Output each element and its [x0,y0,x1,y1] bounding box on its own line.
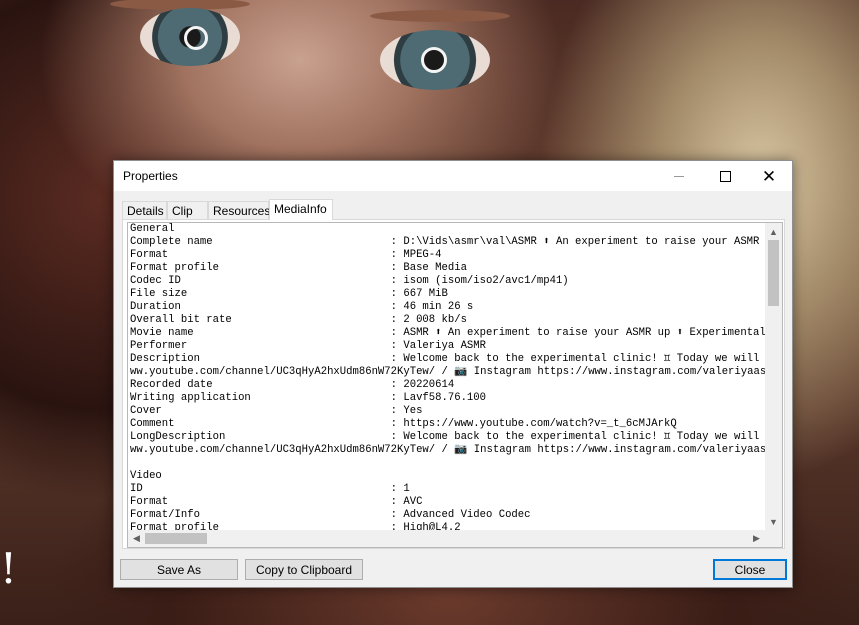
mediainfo-text-area[interactable]: General Complete name : D:\Vids\asmr\val\… [127,222,783,548]
left-eye-ring-icon [184,26,208,50]
mediainfo-line: ww.youtube.com/channel/UC3qHyA2hxUdm86nW… [130,444,766,456]
mediainfo-line: Movie name : ASMR ⬆ An experiment to rai… [130,327,766,339]
mediainfo-line: General [130,223,175,235]
right-eye-ring-icon [421,47,447,73]
properties-dialog: Properties ✕ Details Clip Resources Medi… [113,160,793,588]
mediainfo-line: LongDescription : Welcome back to the ex… [130,431,766,443]
mediainfo-line: ww.youtube.com/channel/UC3qHyA2hxUdm86nW… [130,366,766,378]
mediainfo-line: Codec ID : isom (isom/iso2/avc1/mp41) [130,275,569,287]
title-bar[interactable]: Properties ✕ [114,161,792,191]
horizontal-scrollbar[interactable]: ◀ ▶ [128,530,765,547]
maximize-button[interactable] [702,161,748,191]
window-title: Properties [123,169,178,183]
mediainfo-line [130,457,766,470]
close-button[interactable]: Close [713,559,787,580]
tab-resources[interactable]: Resources [208,201,270,219]
mediainfo-line: Duration : 46 min 26 s [130,301,474,313]
mediainfo-line: Overall bit rate : 2 008 kb/s [130,314,467,326]
maximize-icon [719,170,731,182]
mediainfo-line: Writing application : Lavf58.76.100 [130,392,487,404]
mediainfo-panel: General Complete name : D:\Vids\asmr\val\… [122,219,785,549]
tab-mediainfo[interactable]: MediaInfo [269,199,333,220]
mediainfo-line: Description : Welcome back to the experi… [130,353,766,365]
horizontal-scroll-thumb[interactable] [145,533,207,544]
mediainfo-line: Format : AVC [130,496,423,508]
tab-details[interactable]: Details [122,201,167,219]
mediainfo-text: General Complete name : D:\Vids\asmr\val\… [130,223,766,530]
minimize-button[interactable] [656,161,702,191]
mediainfo-line: Cover : Yes [130,405,423,417]
copy-to-clipboard-button[interactable]: Copy to Clipboard [245,559,363,580]
scroll-down-icon[interactable]: ▼ [765,513,782,530]
background-exclamation: ! [0,544,17,593]
mediainfo-line: Format profile : High@L4.2 [130,522,461,530]
window-close-button[interactable]: ✕ [746,161,792,191]
mediainfo-line: Video [130,470,162,482]
scrollbar-corner [765,530,782,547]
right-eyebrow [370,10,510,22]
tab-clip[interactable]: Clip [167,201,208,219]
mediainfo-line: Format profile : Base Media [130,262,467,274]
scroll-up-icon[interactable]: ▲ [765,223,782,240]
mediainfo-line: File size : 667 MiB [130,288,448,300]
mediainfo-line: ID : 1 [130,483,410,495]
vertical-scroll-thumb[interactable] [768,240,779,306]
vertical-scrollbar[interactable]: ▲ ▼ [765,223,782,530]
minimize-icon [674,175,684,177]
close-icon: ✕ [761,166,777,186]
mediainfo-line: Format : MPEG-4 [130,249,442,261]
mediainfo-line: Complete name : D:\Vids\asmr\val\ASMR ⬆ … [130,236,766,248]
scroll-left-icon[interactable]: ◀ [128,530,145,547]
save-as-button[interactable]: Save As [120,559,238,580]
scroll-right-icon[interactable]: ▶ [748,530,765,547]
mediainfo-line: Recorded date : 20220614 [130,379,455,391]
mediainfo-line: Performer : Valeriya ASMR [130,340,487,352]
mediainfo-line: Comment : https://www.youtube.com/watch?… [130,418,677,430]
mediainfo-line: Format/Info : Advanced Video Codec [130,509,531,521]
